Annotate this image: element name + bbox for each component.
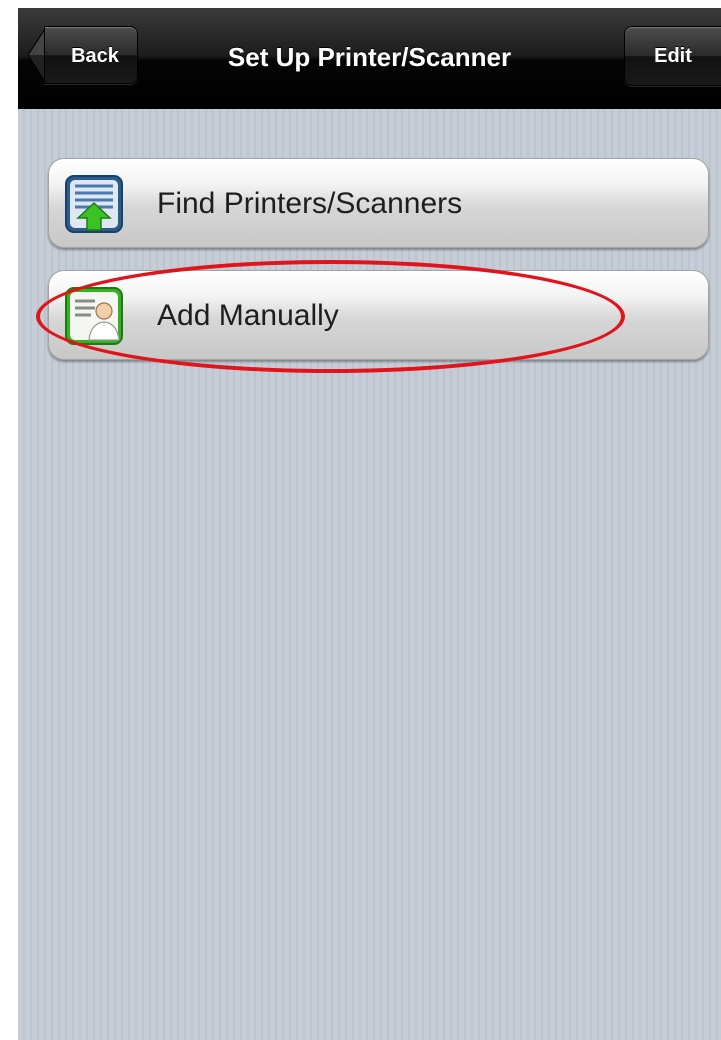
find-printers-icon	[65, 175, 123, 233]
page-title: Set Up Printer/Scanner	[227, 42, 512, 72]
add-manually-label: Add Manually	[157, 299, 339, 332]
edit-button-label: Edit	[654, 45, 692, 67]
edit-button[interactable]: Edit	[624, 26, 721, 86]
find-printers-scanners-label: Find Printers/Scanners	[157, 187, 463, 220]
app-screen: Back Set Up Printer/Scanner Edit Find Pr…	[18, 8, 721, 1040]
find-printers-scanners-button[interactable]: Find Printers/Scanners	[48, 158, 709, 248]
add-manually-icon	[65, 287, 123, 345]
add-manually-button[interactable]: Add Manually	[48, 270, 709, 360]
navigation-bar: Back Set Up Printer/Scanner Edit	[18, 8, 721, 109]
